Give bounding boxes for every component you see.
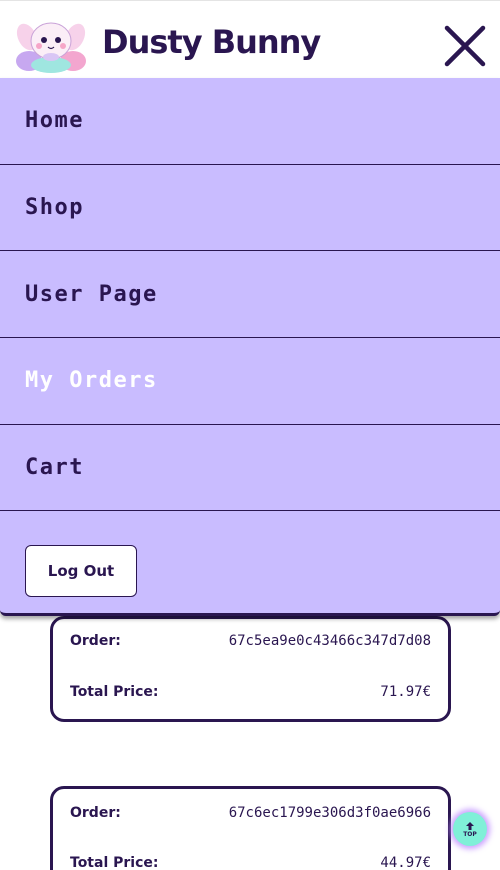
menu-item-my-orders[interactable]: My Orders [0,338,500,425]
order-label: Order: [70,805,121,821]
scroll-to-top-button[interactable]: TOP [453,812,487,846]
arrow-up-icon [466,821,474,830]
total-price: 44.97€ [380,855,431,870]
order-id: 67c5ea9e0c43466c347d7d08 [228,633,431,649]
order-id-row: Order: 67c6ec1799e306d3f0ae6966 [70,805,431,821]
order-total-row: Total Price: 44.97€ [70,855,431,870]
menu-item-cart[interactable]: Cart [0,425,500,512]
total-price-label: Total Price: [70,855,159,870]
close-icon[interactable] [442,23,488,69]
scroll-to-top-label: TOP [463,830,477,838]
order-label: Order: [70,633,121,649]
navigation-menu: Home Shop User Page My Orders Cart Log O… [0,78,500,616]
total-price-label: Total Price: [70,684,159,700]
brand-name[interactable]: Dusty Bunny [102,23,321,61]
menu-footer: Log Out [0,511,500,621]
order-total-row: Total Price: 71.97€ [70,684,431,700]
menu-item-home[interactable]: Home [0,78,500,165]
order-id-row: Order: 67c5ea9e0c43466c347d7d08 [70,633,431,649]
bunny-logo-icon[interactable] [15,15,87,73]
site-header: Dusty Bunny [0,0,500,78]
order-card[interactable]: Order: 67c6ec1799e306d3f0ae6966 Total Pr… [50,786,451,870]
order-id: 67c6ec1799e306d3f0ae6966 [228,805,431,821]
total-price: 71.97€ [380,684,431,700]
logout-button[interactable]: Log Out [25,545,137,598]
menu-item-shop[interactable]: Shop [0,165,500,252]
menu-item-user-page[interactable]: User Page [0,251,500,339]
order-card[interactable]: Order: 67c5ea9e0c43466c347d7d08 Total Pr… [50,616,451,722]
